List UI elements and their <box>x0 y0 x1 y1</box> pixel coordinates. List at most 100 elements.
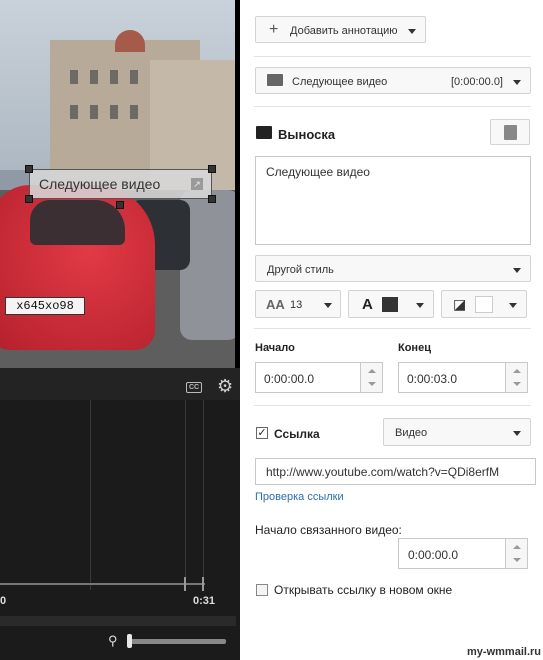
gear-icon[interactable]: ⚙ <box>217 377 235 395</box>
player-control-bar: CC ⚙ <box>0 368 240 400</box>
chevron-down-icon <box>513 80 521 85</box>
video-window <box>130 70 138 84</box>
callout-icon <box>256 126 272 139</box>
step-up-icon[interactable] <box>513 545 521 549</box>
text-color-icon: A <box>362 296 373 313</box>
start-label: Начало <box>255 342 295 354</box>
linked-start-value: 0:00:00.0 <box>408 548 459 562</box>
timeline-gridline <box>203 400 204 590</box>
style-select[interactable]: Другой стиль <box>255 255 531 282</box>
player-area: х645хо98 Следующее видео ↗ CC ⚙ 0 0:31 ⚲ <box>0 0 240 660</box>
background-color-swatch <box>475 296 493 313</box>
video-dome <box>115 30 145 52</box>
annotation-text-value: Следующее видео <box>266 165 370 179</box>
check-link[interactable]: Проверка ссылки <box>255 491 344 503</box>
chevron-down-icon <box>408 29 416 34</box>
timeline-scrollbar[interactable] <box>0 616 236 626</box>
timeline-start-label: 0 <box>0 595 7 607</box>
external-link-icon: ↗ <box>191 178 203 190</box>
timeline-marker-end[interactable] <box>202 577 204 591</box>
video-window <box>70 105 78 119</box>
resize-handle-bl[interactable] <box>25 195 33 203</box>
end-time-input[interactable]: 0:00:03.0 <box>398 362 506 393</box>
video-window <box>90 70 98 84</box>
chevron-down-icon <box>324 303 332 308</box>
timeline-gridline <box>185 400 186 590</box>
background-color-select[interactable]: ◪ <box>441 290 527 318</box>
step-down-icon[interactable] <box>368 382 376 386</box>
step-down-icon[interactable] <box>513 558 521 562</box>
speech-bubble-icon <box>267 74 283 86</box>
linked-start-label: Начало связанного видео: <box>255 523 402 537</box>
add-annotation-button[interactable]: + Добавить аннотацию <box>255 16 426 43</box>
divider <box>254 405 531 406</box>
text-color-swatch <box>382 297 398 312</box>
step-down-icon[interactable] <box>513 382 521 386</box>
chevron-down-icon <box>416 303 424 308</box>
divider <box>254 106 531 107</box>
annotation-select-time: [0:00:00.0] <box>451 76 503 88</box>
step-up-icon[interactable] <box>368 369 376 373</box>
annotation-timeline[interactable]: 0 0:31 ⚲ <box>0 400 240 660</box>
new-window-checkbox[interactable] <box>256 584 268 596</box>
font-size-value: 13 <box>290 299 303 311</box>
zoom-slider-thumb[interactable] <box>127 634 132 648</box>
divider <box>254 56 531 57</box>
link-url-value: http://www.youtube.com/watch?v=QDi8erfM <box>266 465 500 479</box>
link-checkbox[interactable]: ✓ <box>256 427 268 439</box>
cc-icon[interactable]: CC <box>186 382 202 393</box>
delete-button[interactable] <box>490 119 530 145</box>
zoom-slider-track[interactable] <box>128 639 226 644</box>
annotation-select[interactable]: Следующее видео [0:00:00.0] <box>255 67 531 94</box>
watermark: my-wmmail.ru <box>467 646 541 658</box>
text-color-select[interactable]: A <box>348 290 434 318</box>
plus-icon: + <box>269 21 279 38</box>
timeline-marker-start[interactable] <box>184 577 186 591</box>
font-size-icon: AA <box>266 297 285 312</box>
chevron-down-icon <box>513 431 521 436</box>
callout-text: Следующее видео <box>39 176 161 192</box>
video-window <box>130 105 138 119</box>
resize-handle-tr[interactable] <box>208 165 216 173</box>
video-car-window <box>30 200 125 245</box>
annotation-text-area[interactable]: Следующее видео <box>255 156 531 245</box>
divider <box>254 328 531 329</box>
timeline-end-label: 0:31 <box>193 595 216 607</box>
new-window-label: Открывать ссылку в новом окне <box>274 583 453 597</box>
start-time-input[interactable]: 0:00:00.0 <box>255 362 361 393</box>
font-size-select[interactable]: AA 13 <box>255 290 341 318</box>
annotation-panel: + Добавить аннотацию Следующее видео [0:… <box>240 0 543 660</box>
chevron-down-icon <box>509 303 517 308</box>
callout-annotation[interactable]: Следующее видео ↗ <box>29 169 212 199</box>
linked-start-input[interactable]: 0:00:00.0 <box>398 538 506 569</box>
link-type-value: Видео <box>395 427 428 439</box>
video-preview[interactable]: х645хо98 Следующее видео ↗ <box>0 0 235 368</box>
resize-handle-bottom[interactable] <box>116 201 124 209</box>
video-window <box>110 105 118 119</box>
paint-bucket-icon: ◪ <box>453 296 467 312</box>
trash-icon <box>504 125 517 140</box>
annotation-select-name: Следующее видео <box>292 76 388 88</box>
link-url-input[interactable]: http://www.youtube.com/watch?v=QDi8erfM <box>255 458 536 485</box>
timeline-track <box>0 583 205 585</box>
video-window <box>90 105 98 119</box>
step-up-icon[interactable] <box>513 369 521 373</box>
resize-handle-br[interactable] <box>208 195 216 203</box>
add-annotation-label: Добавить аннотацию <box>290 25 398 37</box>
section-title: Выноска <box>278 127 336 142</box>
resize-handle-tl[interactable] <box>25 165 33 173</box>
license-plate: х645хо98 <box>5 297 85 315</box>
linked-start-stepper[interactable] <box>506 538 528 569</box>
chevron-down-icon <box>513 268 521 273</box>
style-select-value: Другой стиль <box>267 264 334 276</box>
end-label: Конец <box>398 342 431 354</box>
start-time-stepper[interactable] <box>361 362 383 393</box>
end-time-stepper[interactable] <box>506 362 528 393</box>
end-time-value: 0:00:03.0 <box>407 372 458 386</box>
search-icon: ⚲ <box>108 633 118 648</box>
link-type-select[interactable]: Видео <box>383 418 531 446</box>
annotation-editor: х645хо98 Следующее видео ↗ CC ⚙ 0 0:31 ⚲… <box>0 0 543 660</box>
timeline-gridline <box>90 400 91 590</box>
link-label: Ссылка <box>274 427 320 441</box>
video-window <box>70 70 78 84</box>
